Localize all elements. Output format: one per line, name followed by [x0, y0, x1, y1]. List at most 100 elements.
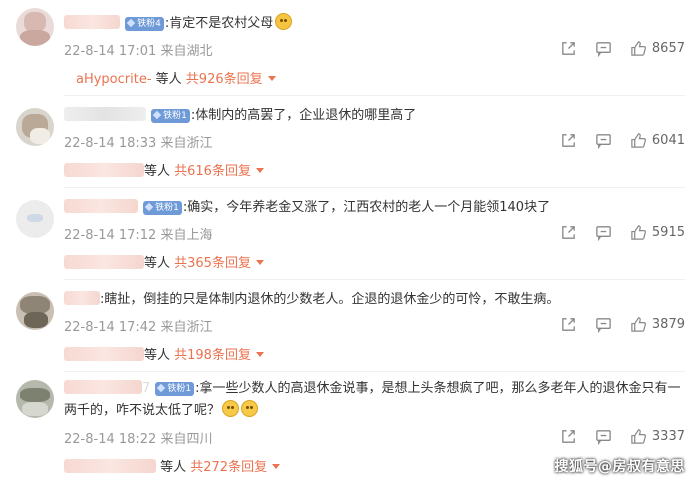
- fan-badge: 铁粉1: [143, 201, 182, 215]
- comment-time: 22-8-14 18:22: [64, 432, 157, 447]
- thumbs-up-icon: [631, 133, 646, 148]
- like-button[interactable]: 8657: [630, 40, 685, 57]
- reply-summary[interactable]: aHypocrite- 等人 共926条回复: [76, 68, 276, 87]
- comment-text: :确实，今年养老金又涨了，江西农村的老人一个月能领140块了: [182, 200, 551, 215]
- username-blurred[interactable]: [64, 15, 120, 29]
- reply-button[interactable]: [595, 40, 612, 57]
- username-blurred[interactable]: [64, 380, 142, 394]
- like-button[interactable]: 6041: [630, 132, 685, 149]
- comment-text-line: :瞎扯，倒挂的只是体制内退休的少数老人。企退的退休金少的可怜，不敢生病。: [64, 290, 685, 310]
- divider: [64, 187, 685, 188]
- diamond-icon: [152, 110, 162, 120]
- watermark: 搜狐号@房叔有意思: [554, 459, 685, 475]
- expand-caret-icon[interactable]: [255, 352, 264, 357]
- reply-total[interactable]: 共198条回复: [174, 348, 251, 363]
- avatar[interactable]: [16, 8, 54, 46]
- share-button[interactable]: [560, 40, 577, 57]
- comment-text-line: 铁粉1:体制内的高罢了，企业退休的哪里高了: [64, 106, 685, 126]
- like-count: 6041: [651, 133, 685, 148]
- comment-item: 铁粉4:肯定不是农村父母 22-8-14 17:01 来自湖北 8657 aHy…: [0, 0, 695, 92]
- comment-location: 来自湖北: [160, 44, 213, 59]
- like-count: 3337: [651, 429, 685, 444]
- expand-caret-icon[interactable]: [267, 76, 276, 81]
- share-icon: [562, 430, 575, 443]
- share-button[interactable]: [560, 316, 577, 333]
- comment-icon: [596, 318, 611, 333]
- thumbs-up-icon: [631, 41, 646, 56]
- share-icon: [562, 134, 575, 147]
- divider: [64, 279, 685, 280]
- comment-item: :瞎扯，倒挂的只是体制内退休的少数老人。企退的退休金少的可怜，不敢生病。 22-…: [0, 284, 695, 369]
- smiling-emoji-icon: [275, 13, 293, 30]
- comment-icon: [596, 42, 611, 57]
- reply-username[interactable]: aHypocrite-: [76, 72, 152, 87]
- reply-button[interactable]: [595, 428, 612, 445]
- like-button[interactable]: 3879: [630, 316, 685, 333]
- thumbs-up-icon: [631, 429, 646, 444]
- expand-caret-icon[interactable]: [272, 464, 281, 469]
- fan-badge: 铁粉4: [125, 17, 164, 31]
- reply-button[interactable]: [595, 132, 612, 149]
- reply-summary[interactable]: 等人 共272条回复: [64, 456, 281, 475]
- username-blurred[interactable]: [64, 107, 146, 121]
- comment-time: 22-8-14 17:01: [64, 44, 157, 59]
- username-blurred[interactable]: [64, 199, 138, 213]
- comment-meta: 22-8-14 17:12 来自上海: [64, 224, 213, 243]
- comment-time: 22-8-14 18:33: [64, 136, 157, 151]
- like-count: 5915: [651, 225, 685, 240]
- comment-icon: [596, 430, 611, 445]
- comment-meta: 22-8-14 18:33 来自浙江: [64, 132, 213, 151]
- comment-text-line: 铁粉1:确实，今年养老金又涨了，江西农村的老人一个月能领140块了: [64, 198, 685, 218]
- username-tail: 7: [142, 381, 151, 396]
- comment-item: 铁粉1:体制内的高罢了，企业退休的哪里高了 22-8-14 18:33 来自浙江…: [0, 100, 695, 185]
- comment-text-line: 铁粉4:肯定不是农村父母: [64, 13, 685, 34]
- share-icon: [562, 226, 575, 239]
- thumbs-up-icon: [631, 317, 646, 332]
- comment-time: 22-8-14 17:42: [64, 320, 157, 335]
- share-button[interactable]: [560, 224, 577, 241]
- share-icon: [562, 318, 575, 331]
- reply-username-blurred[interactable]: [64, 459, 156, 473]
- reply-username-blurred[interactable]: [64, 347, 144, 361]
- thumbs-up-icon: [631, 225, 646, 240]
- username-blurred[interactable]: [64, 291, 100, 305]
- reply-total[interactable]: 共616条回复: [174, 164, 251, 179]
- reply-button[interactable]: [595, 224, 612, 241]
- reply-total[interactable]: 共272条回复: [190, 460, 267, 475]
- fan-badge: 铁粉1: [155, 382, 195, 396]
- comment-meta: 22-8-14 17:01 来自湖北: [64, 40, 213, 59]
- share-icon: [562, 42, 575, 55]
- grimace-emoji-icon: [222, 400, 240, 417]
- grimace-emoji-icon: [241, 400, 259, 417]
- divider: [64, 371, 685, 372]
- reply-summary[interactable]: 等人 共616条回复: [64, 160, 264, 179]
- like-count: 3879: [651, 317, 685, 332]
- reply-total[interactable]: 共365条回复: [174, 256, 251, 271]
- reply-username-blurred[interactable]: [64, 163, 144, 177]
- share-button[interactable]: [560, 428, 577, 445]
- expand-caret-icon[interactable]: [255, 168, 264, 173]
- like-count: 8657: [651, 41, 685, 56]
- avatar[interactable]: [16, 108, 54, 146]
- comment-location: 来自浙江: [160, 320, 213, 335]
- avatar[interactable]: [16, 380, 54, 418]
- comment-meta: 22-8-14 17:42 来自浙江: [64, 316, 213, 335]
- like-button[interactable]: 3337: [630, 428, 685, 445]
- fan-badge: 铁粉1: [151, 109, 190, 123]
- comment-time: 22-8-14 17:12: [64, 228, 157, 243]
- reply-summary[interactable]: 等人 共198条回复: [64, 344, 264, 363]
- comment-location: 来自浙江: [160, 136, 213, 151]
- reply-summary[interactable]: 等人 共365条回复: [64, 252, 264, 271]
- diamond-icon: [157, 383, 166, 393]
- like-button[interactable]: 5915: [630, 224, 685, 241]
- avatar[interactable]: [16, 200, 54, 238]
- reply-button[interactable]: [595, 316, 612, 333]
- reply-total[interactable]: 共926条回复: [186, 72, 263, 87]
- comment-location: 来自四川: [160, 432, 213, 447]
- comment-icon: [596, 226, 611, 241]
- reply-username-blurred[interactable]: [64, 255, 144, 269]
- avatar[interactable]: [16, 292, 54, 330]
- diamond-icon: [144, 202, 154, 212]
- share-button[interactable]: [560, 132, 577, 149]
- expand-caret-icon[interactable]: [255, 260, 264, 265]
